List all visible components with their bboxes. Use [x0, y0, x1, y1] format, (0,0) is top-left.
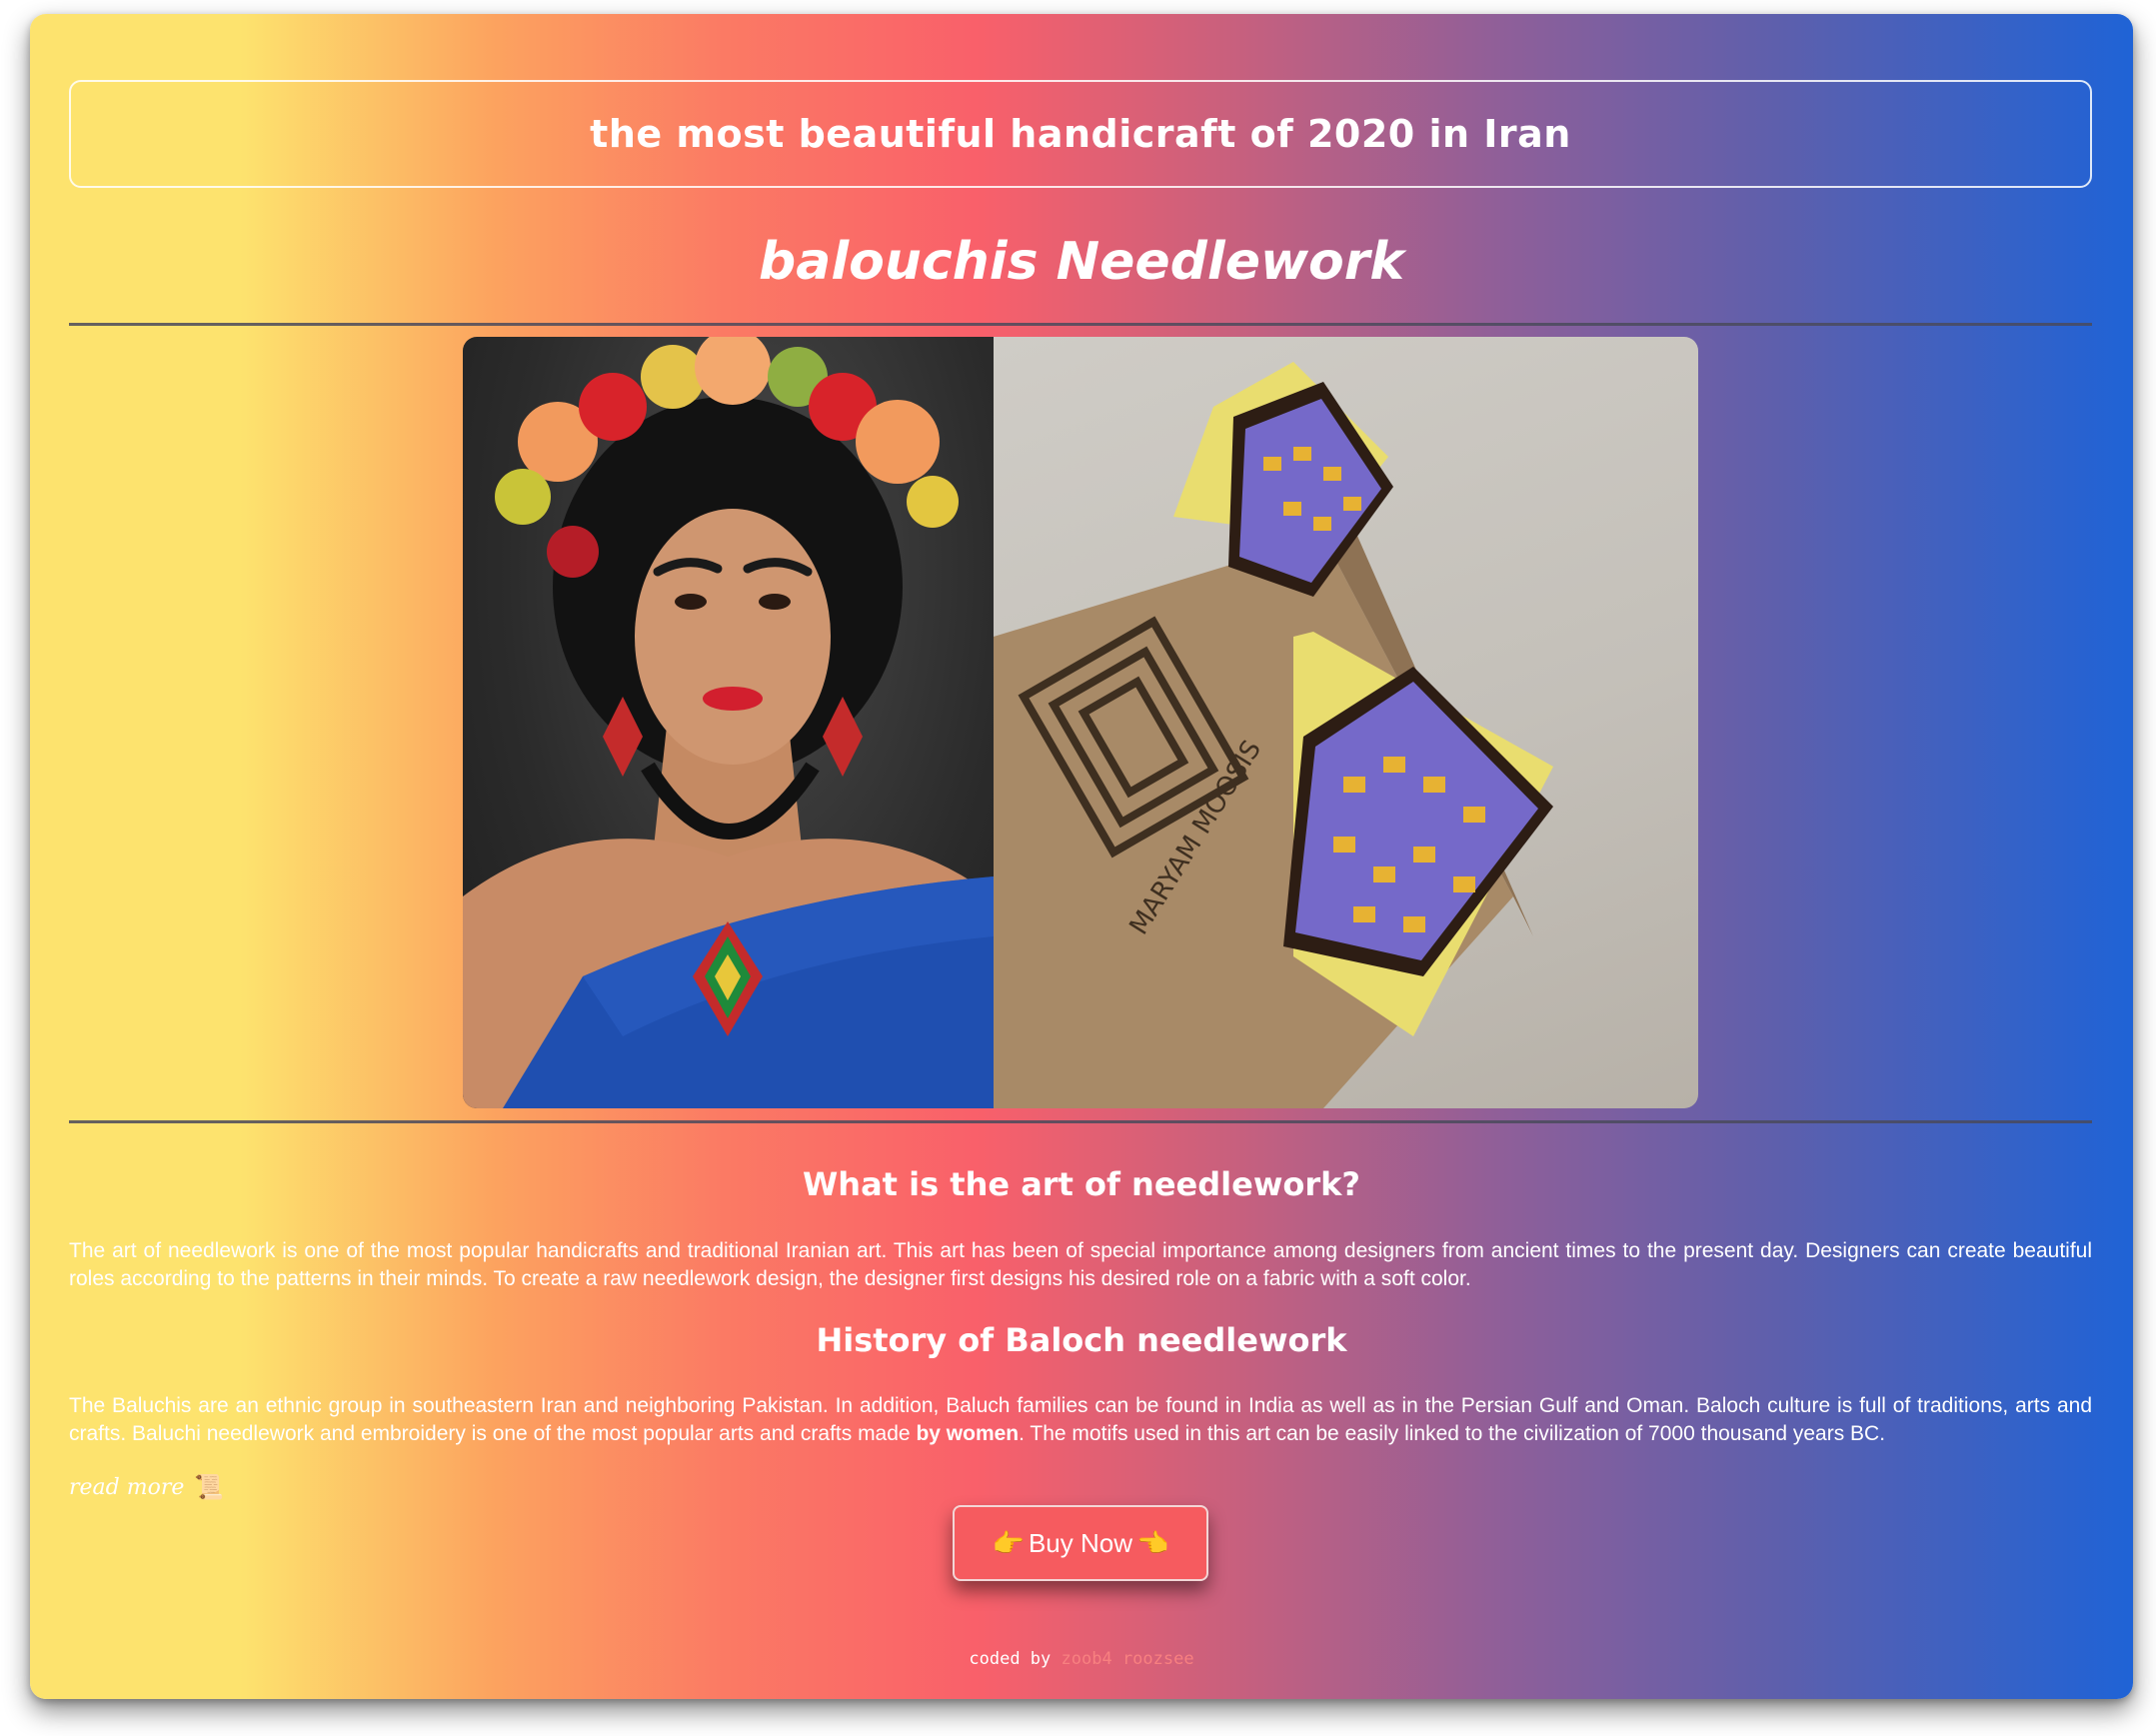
- divider-bottom: [69, 1120, 2092, 1123]
- read-more-link[interactable]: read more 📜: [69, 1473, 224, 1501]
- footer-prefix: coded by: [969, 1649, 1052, 1669]
- history-text-emphasis: by women: [916, 1422, 1020, 1445]
- section-text-history: The Baluchis are an ethnic group in sout…: [69, 1392, 2092, 1448]
- hero-image: MARYAM MOOSIS: [463, 337, 1698, 1108]
- page-title: balouchis Needlework: [759, 232, 1404, 292]
- history-text-part2: . The motifs used in this art can be eas…: [1019, 1422, 1886, 1445]
- section-heading-art: What is the art of needlework?: [803, 1165, 1360, 1203]
- section-text-art: The art of needlework is one of the most…: [69, 1239, 2092, 1290]
- pointing-left-hand-icon: 👈: [1136, 1527, 1169, 1558]
- banner-title: the most beautiful handicraft of 2020 in…: [590, 112, 1571, 156]
- author-link[interactable]: zoob4 roozsee: [1062, 1649, 1194, 1669]
- product-illustration: MARYAM MOOSIS: [994, 362, 1553, 1108]
- pointing-right-hand-icon: 👉: [992, 1527, 1025, 1558]
- section-heading-history: History of Baloch needlework: [816, 1321, 1347, 1359]
- read-more-label: read more: [69, 1474, 185, 1500]
- model-portrait-illustration: [463, 337, 994, 1108]
- page-card: the most beautiful handicraft of 2020 in…: [30, 14, 2133, 1699]
- buy-now-button[interactable]: 👉 Buy Now 👈: [953, 1505, 1208, 1581]
- buy-now-label: Buy Now: [1028, 1527, 1133, 1558]
- model-portrait-photo: [463, 337, 994, 1108]
- header-banner: the most beautiful handicraft of 2020 in…: [69, 80, 2092, 188]
- scroll-icon: 📜: [194, 1473, 225, 1501]
- footer-credit: coded by zoob4 roozsee: [30, 1649, 2133, 1669]
- divider-top: [69, 323, 2092, 326]
- product-earrings-photo: MARYAM MOOSIS: [994, 337, 1698, 1108]
